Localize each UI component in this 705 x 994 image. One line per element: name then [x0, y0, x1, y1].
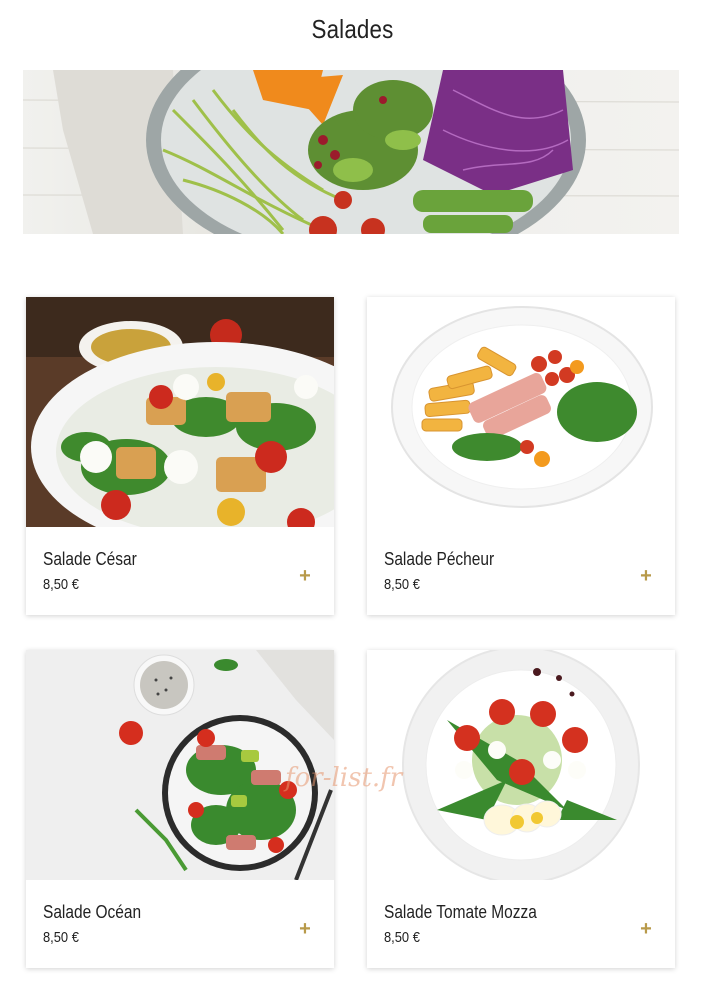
page-title: Salades — [311, 14, 394, 44]
product-price: 8,50 € — [384, 576, 420, 593]
fisherman-salad-photo — [367, 297, 675, 527]
product-name: Salade César — [43, 549, 137, 569]
product-price: 8,50 € — [384, 929, 420, 946]
product-price: 8,50 € — [43, 929, 79, 946]
ocean-salad-photo — [26, 650, 334, 880]
product-name: Salade Tomate Mozza — [384, 902, 537, 922]
product-name: Salade Océan — [43, 902, 142, 922]
plus-icon[interactable]: + — [294, 918, 316, 940]
product-name: Salade Pécheur — [384, 549, 495, 569]
product-price: 8,50 € — [43, 576, 79, 593]
product-card-salade-tomate-mozza[interactable]: Salade Tomate Mozza 8,50 € + — [367, 650, 675, 968]
product-card-salade-cesar[interactable]: Salade César 8,50 € + — [26, 297, 334, 615]
plus-icon[interactable]: + — [635, 918, 657, 940]
plus-icon[interactable]: + — [294, 565, 316, 587]
tomato-mozza-salad-photo — [367, 650, 675, 880]
product-card-salade-ocean[interactable]: Salade Océan 8,50 € + — [26, 650, 334, 968]
plus-icon[interactable]: + — [635, 565, 657, 587]
product-card-salade-pecheur[interactable]: Salade Pécheur 8,50 € + — [367, 297, 675, 615]
hero-banner-image — [23, 70, 679, 234]
caesar-salad-photo — [26, 297, 334, 527]
